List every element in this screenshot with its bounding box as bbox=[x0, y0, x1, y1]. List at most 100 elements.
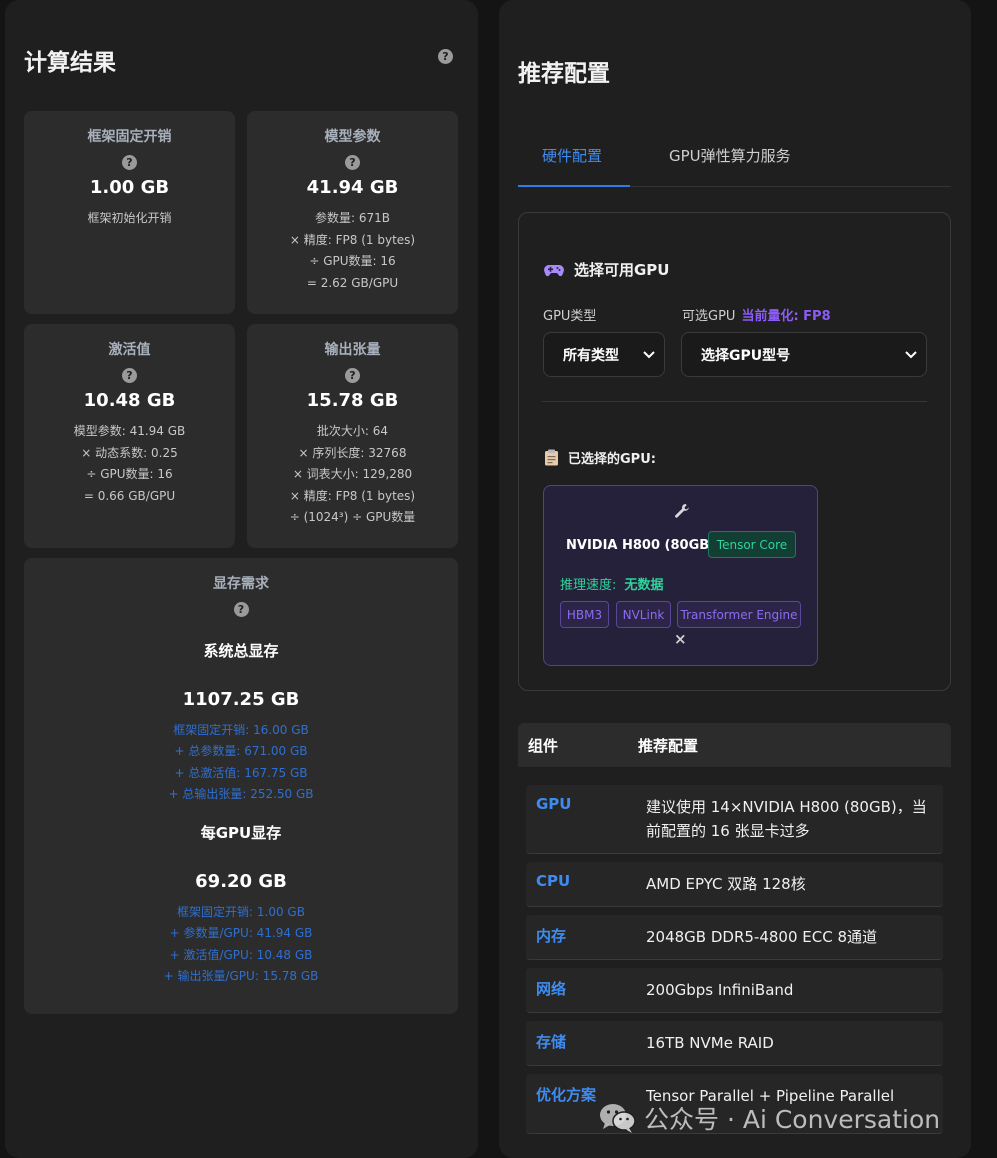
card-value: 10.48 GB bbox=[83, 390, 176, 411]
per-gpu-breakdown-item: 框架固定开销: 1.00 GB bbox=[177, 905, 305, 920]
watermark-text: 公众号 · Ai Conversation bbox=[644, 1105, 941, 1134]
selected-gpu-title: 已选择的GPU: bbox=[568, 452, 656, 467]
per-gpu-memory-total: 69.20 GB bbox=[195, 871, 287, 893]
gpu-name: NVIDIA H800 (80GB) bbox=[566, 538, 716, 553]
recommendation-title: 推荐配置 bbox=[518, 61, 610, 87]
selected-gpu-heading: 已选择的GPU: bbox=[544, 448, 656, 467]
wechat-icon bbox=[600, 1104, 636, 1133]
feature-tag: NVLink bbox=[616, 601, 671, 628]
remove-gpu-button[interactable]: × bbox=[674, 630, 687, 648]
question-circle-icon[interactable]: ? bbox=[345, 155, 360, 170]
card-title: 显存需求 bbox=[213, 576, 269, 592]
system-memory-total: 1107.25 GB bbox=[182, 689, 300, 710]
question-circle-icon[interactable]: ? bbox=[438, 49, 453, 64]
config-value: AMD EPYC 双路 128核 bbox=[646, 875, 806, 893]
config-table-header: 组件 推荐配置 bbox=[518, 723, 951, 767]
select-gpu-heading: 选择可用GPU bbox=[544, 259, 670, 280]
gpu-type-label: GPU类型 bbox=[543, 309, 597, 324]
config-value: 2048GB DDR5-4800 ECC 8通道 bbox=[646, 928, 878, 946]
config-key: GPU bbox=[536, 795, 572, 813]
header-recommendation: 推荐配置 bbox=[638, 737, 699, 755]
available-gpu-value: 选择GPU型号 bbox=[701, 347, 791, 364]
tab-hardware-config[interactable]: 硬件配置 bbox=[542, 144, 602, 168]
table-row: 网络 200Gbps InfiniBand bbox=[526, 968, 943, 1013]
tab-bar: 硬件配置 GPU弹性算力服务 bbox=[518, 130, 951, 187]
card-detail: × 序列长度: 32768 bbox=[298, 445, 407, 460]
header-component: 组件 bbox=[528, 737, 559, 755]
gpu-type-value: 所有类型 bbox=[563, 347, 619, 364]
config-key: 优化方案 bbox=[536, 1086, 597, 1104]
card-detail: = 0.66 GB/GPU bbox=[83, 488, 176, 503]
tab-gpu-elastic-service[interactable]: GPU弹性算力服务 bbox=[669, 144, 791, 168]
config-value: 建议使用 14×NVIDIA H800 (80GB)，当前配置的 16 张显卡过… bbox=[646, 798, 927, 840]
gpu-selection-box: 选择可用GPU GPU类型 可选GPU 当前量化: FP8 所有类型 选择GPU型… bbox=[518, 212, 951, 691]
framework-overhead-card: 框架固定开销 ? 1.00 GB 框架初始化开销 bbox=[24, 111, 235, 314]
table-row: CPU AMD EPYC 双路 128核 bbox=[526, 862, 943, 907]
table-row: 内存 2048GB DDR5-4800 ECC 8通道 bbox=[526, 915, 943, 960]
config-value: 16TB NVMe RAID bbox=[646, 1034, 774, 1052]
activation-card: 激活值 ? 10.48 GB 模型参数: 41.94 GB × 动态系数: 0.… bbox=[24, 324, 235, 548]
card-detail: 框架初始化开销 bbox=[87, 211, 172, 225]
system-breakdown-item: + 总输出张量: 252.50 GB bbox=[168, 786, 314, 801]
active-tab-indicator bbox=[518, 185, 630, 187]
system-breakdown-item: 框架固定开销: 16.00 GB bbox=[173, 723, 309, 737]
feature-tag: HBM3 bbox=[560, 601, 609, 628]
inference-speed: 推理速度: 无数据 bbox=[560, 577, 664, 595]
inference-speed-label: 推理速度: bbox=[560, 578, 617, 593]
table-row: 存储 16TB NVMe RAID bbox=[526, 1021, 943, 1066]
question-circle-icon[interactable]: ? bbox=[122, 155, 137, 170]
per-gpu-breakdown-item: + 参数量/GPU: 41.94 GB bbox=[169, 926, 313, 941]
card-value: 15.78 GB bbox=[306, 390, 399, 411]
chevron-down-icon bbox=[905, 351, 917, 359]
chevron-down-icon bbox=[643, 351, 655, 359]
card-value: 1.00 GB bbox=[89, 177, 170, 198]
memory-requirement-card: 显存需求 ? 系统总显存 1107.25 GB 框架固定开销: 16.00 GB… bbox=[24, 558, 458, 1014]
card-detail: × 精度: FP8 (1 bytes) bbox=[289, 232, 416, 247]
available-gpu-label: 可选GPU bbox=[682, 309, 736, 324]
config-key: 内存 bbox=[536, 927, 567, 945]
card-detail: = 2.62 GB/GPU bbox=[306, 275, 399, 290]
card-detail: ÷ GPU数量: 16 bbox=[86, 467, 173, 481]
config-key: 网络 bbox=[536, 980, 567, 998]
clipboard-icon bbox=[545, 449, 558, 466]
question-circle-icon[interactable]: ? bbox=[122, 368, 137, 383]
gamepad-icon bbox=[544, 264, 564, 276]
available-gpu-label-wrap: 可选GPU 当前量化: FP8 bbox=[682, 305, 831, 324]
available-gpu-select[interactable]: 选择GPU型号 bbox=[681, 332, 927, 377]
inference-speed-value: 无数据 bbox=[624, 578, 664, 593]
results-panel: 计算结果 ? 框架固定开销 ? 1.00 GB 框架初始化开销 模型参数 ? 4… bbox=[5, 0, 478, 1158]
card-detail: 参数量: 671B bbox=[315, 211, 390, 225]
selected-gpu-card: NVIDIA H800 (80GB) Tensor Core 推理速度: 无数据… bbox=[543, 485, 818, 666]
quantization-label: 当前量化: FP8 bbox=[741, 309, 831, 324]
card-title: 输出张量 bbox=[324, 342, 381, 358]
card-title: 激活值 bbox=[108, 342, 151, 358]
per-gpu-breakdown-item: + 激活值/GPU: 10.48 GB bbox=[169, 947, 313, 962]
card-value: 41.94 GB bbox=[306, 177, 399, 198]
question-circle-icon[interactable]: ? bbox=[345, 368, 360, 383]
results-title: 计算结果 bbox=[24, 50, 116, 76]
card-detail: ÷ GPU数量: 16 bbox=[309, 254, 396, 268]
model-params-card: 模型参数 ? 41.94 GB 参数量: 671B × 精度: FP8 (1 b… bbox=[247, 111, 458, 314]
card-detail: ÷ (1024³) ÷ GPU数量 bbox=[289, 510, 416, 524]
gpu-type-select[interactable]: 所有类型 bbox=[543, 332, 665, 377]
per-gpu-memory-label: 每GPU显存 bbox=[200, 824, 282, 843]
card-detail: × 精度: FP8 (1 bytes) bbox=[289, 488, 416, 503]
card-title: 框架固定开销 bbox=[87, 129, 172, 145]
question-circle-icon[interactable]: ? bbox=[233, 602, 249, 617]
system-memory-label: 系统总显存 bbox=[203, 642, 279, 660]
card-detail: × 词表大小: 129,280 bbox=[292, 467, 413, 481]
section-divider bbox=[542, 401, 927, 402]
output-tensor-card: 输出张量 ? 15.78 GB 批次大小: 64 × 序列长度: 32768 ×… bbox=[247, 324, 458, 548]
config-key: 存储 bbox=[536, 1033, 567, 1051]
card-detail: 模型参数: 41.94 GB bbox=[73, 424, 186, 438]
watermark: 公众号 · Ai Conversation bbox=[598, 1100, 940, 1136]
system-breakdown-item: + 总激活值: 167.75 GB bbox=[174, 765, 308, 780]
select-gpu-title: 选择可用GPU bbox=[574, 261, 670, 279]
card-detail: × 动态系数: 0.25 bbox=[81, 445, 178, 460]
per-gpu-breakdown-item: + 输出张量/GPU: 15.78 GB bbox=[163, 969, 319, 984]
feature-tag: Transformer Engine bbox=[677, 601, 801, 628]
system-breakdown-item: + 总参数量: 671.00 GB bbox=[174, 744, 308, 759]
card-title: 模型参数 bbox=[324, 129, 381, 145]
wrench-icon bbox=[675, 504, 689, 518]
table-row: GPU 建议使用 14×NVIDIA H800 (80GB)，当前配置的 16 … bbox=[526, 785, 943, 854]
